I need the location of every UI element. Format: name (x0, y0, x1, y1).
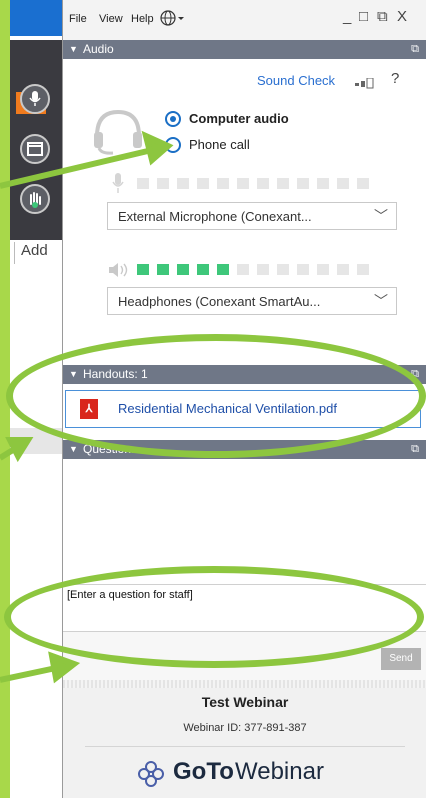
arrow-to-questions (0, 665, 57, 683)
arrow-to-phone-call (0, 147, 153, 189)
arrow-head-phone-call (141, 130, 174, 166)
annotation-arrows (0, 130, 174, 684)
arrow-head-questions (48, 651, 81, 684)
